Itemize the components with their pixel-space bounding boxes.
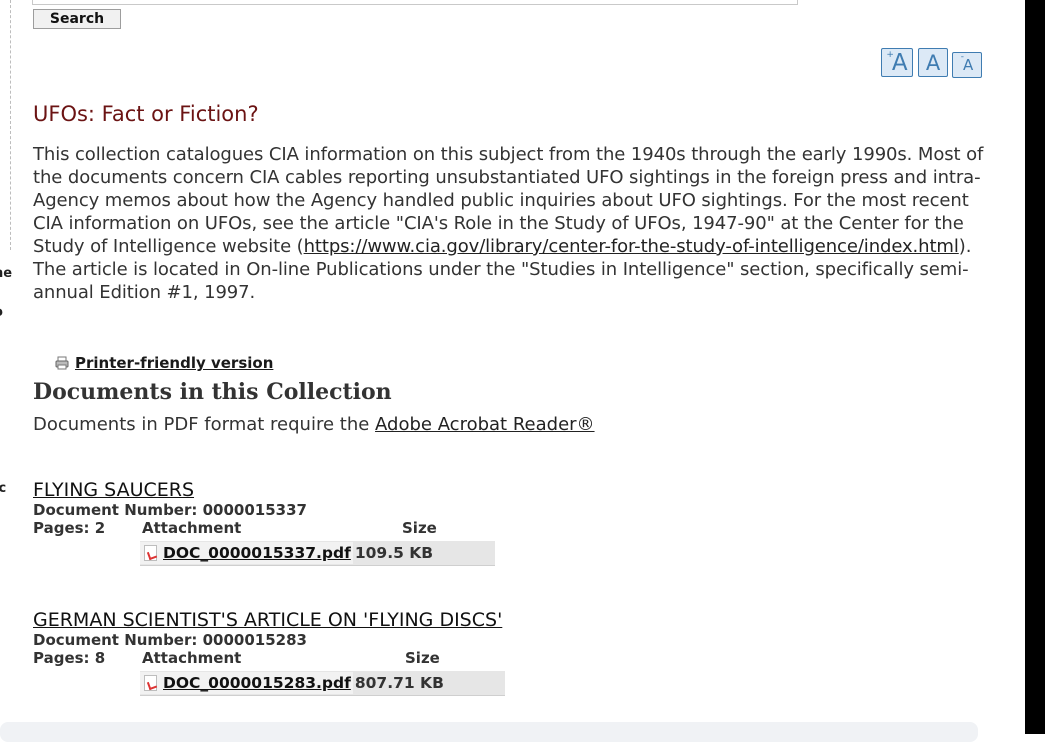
size-header: Size	[405, 649, 440, 667]
search-input[interactable]	[32, 0, 798, 5]
document-title-link[interactable]: FLYING SAUCERS	[33, 479, 307, 501]
document-entry: FLYING SAUCERS Document Number: 00000153…	[33, 479, 495, 566]
minus-icon: -	[960, 52, 964, 62]
left-edge-fragment: ne	[0, 266, 13, 281]
document-title-link[interactable]: GERMAN SCIENTIST'S ARTICLE ON 'FLYING DI…	[33, 609, 502, 631]
collection-title: UFOs: Fact or Fiction?	[33, 102, 259, 126]
attachment-file-link[interactable]: DOC_0000015283.pdf	[140, 672, 353, 694]
attachment-header: Attachment	[142, 649, 242, 667]
search-button[interactable]: Search	[33, 9, 121, 29]
attachment-row: DOC_0000015283.pdf 807.71 KB	[140, 671, 505, 696]
pages-count: Pages: 8	[33, 649, 106, 667]
left-column-clipped: ne o ic	[0, 0, 14, 734]
printer-friendly-link[interactable]: Printer-friendly version	[55, 354, 273, 372]
pdf-file-icon	[144, 545, 157, 561]
attachment-size: 807.71 KB	[354, 674, 444, 692]
adobe-reader-link[interactable]: Adobe Acrobat Reader®	[375, 414, 595, 435]
pdf-file-icon	[144, 675, 157, 691]
attachment-file-link[interactable]: DOC_0000015337.pdf	[140, 542, 353, 564]
vertical-scrollbar[interactable]	[1025, 0, 1045, 734]
size-header: Size	[402, 519, 437, 537]
normal-text-size-button[interactable]: A	[918, 48, 948, 77]
documents-heading: Documents in this Collection	[33, 379, 392, 405]
document-number: Document Number: 0000015283	[33, 631, 307, 649]
left-edge-fragment: o	[0, 305, 3, 320]
printer-icon	[55, 356, 69, 370]
plus-icon: +	[886, 49, 894, 60]
left-edge-fragment: ic	[0, 481, 7, 496]
footer-bar	[0, 722, 978, 742]
attachment-header: Attachment	[142, 519, 242, 537]
document-number: Document Number: 0000015337	[33, 501, 307, 519]
document-entry: GERMAN SCIENTIST'S ARTICLE ON 'FLYING DI…	[33, 609, 505, 696]
attachment-row: DOC_0000015337.pdf 109.5 KB	[140, 541, 495, 566]
pdf-note: Documents in PDF format require the Adob…	[33, 414, 595, 435]
csi-website-link[interactable]: https://www.cia.gov/library/center-for-t…	[304, 236, 959, 257]
attachment-size: 109.5 KB	[354, 544, 434, 562]
decrease-text-size-button[interactable]: -A	[952, 52, 982, 78]
increase-text-size-button[interactable]: + A	[881, 48, 913, 77]
collection-description: This collection catalogues CIA informati…	[33, 144, 984, 303]
pages-count: Pages: 2	[33, 519, 106, 537]
